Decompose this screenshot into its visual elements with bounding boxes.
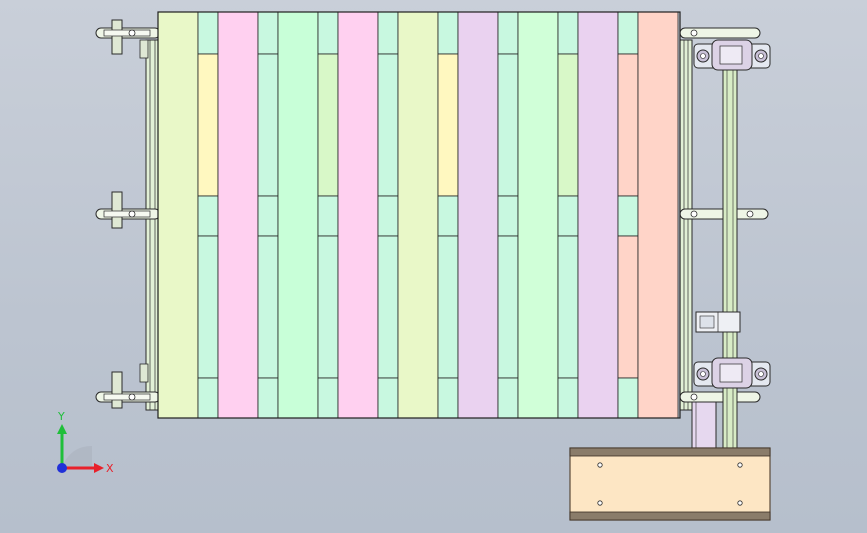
slat-gap-bottom — [557, 377, 579, 419]
slat-gap-top — [617, 11, 639, 55]
slat-gap-upper — [197, 53, 219, 197]
slat-gap-middle — [377, 195, 399, 237]
slat-gap-middle — [437, 195, 459, 237]
slat-gap-top — [197, 11, 219, 55]
slat — [457, 11, 499, 419]
slat-gap-bottom — [497, 377, 519, 419]
slat-gap-lower — [497, 235, 519, 379]
triad-plane — [62, 445, 92, 468]
slat-gap-middle — [497, 195, 519, 237]
slat — [337, 11, 379, 419]
slat-gap-bottom — [437, 377, 459, 419]
slat-gap-top — [377, 11, 399, 55]
y-axis-arrow — [57, 424, 67, 434]
conveyor-slat-deck — [157, 11, 679, 419]
slat-gap-middle — [557, 195, 579, 237]
slat — [637, 11, 679, 419]
slat-gap-bottom — [377, 377, 399, 419]
y-axis-label: Y — [57, 410, 65, 423]
slat-gap-lower — [377, 235, 399, 379]
slat — [217, 11, 259, 419]
slat-gap-top — [557, 11, 579, 55]
right-sprocket-bottom — [679, 391, 761, 403]
slat-gap-upper — [257, 53, 279, 197]
x-axis-arrow — [94, 463, 104, 473]
slat-gap-upper — [377, 53, 399, 197]
slat — [577, 11, 619, 419]
slat — [517, 11, 559, 419]
motor-support-post — [691, 401, 717, 451]
bearing-top — [693, 39, 771, 71]
drive-shaft — [722, 54, 738, 451]
slat-gap-middle — [317, 195, 339, 237]
slat-gap-lower — [197, 235, 219, 379]
slat — [277, 11, 319, 419]
slat-gap-bottom — [617, 377, 639, 419]
slat-gap-lower — [257, 235, 279, 379]
bearing-bottom — [693, 357, 771, 389]
gear-motor — [569, 447, 771, 521]
slat-gap-lower — [557, 235, 579, 379]
conveyor-drawing: Y X — [57, 11, 771, 521]
slat-gap-top — [317, 11, 339, 55]
shaft-coupling — [695, 311, 741, 333]
slat-gap-middle — [197, 195, 219, 237]
slat-gap-top — [497, 11, 519, 55]
right-frame-rail — [679, 39, 693, 411]
slat-gap-lower — [317, 235, 339, 379]
slat-gap-bottom — [257, 377, 279, 419]
slat-gap-middle — [617, 195, 639, 237]
cad-viewport[interactable]: Y X — [0, 0, 867, 533]
slat-gap-upper — [617, 53, 639, 197]
slat-gap-upper — [557, 53, 579, 197]
right-sprocket-top — [679, 27, 761, 39]
coordinate-triad: Y X — [57, 410, 114, 475]
slat-gap-lower — [437, 235, 459, 379]
slat-gap-middle — [257, 195, 279, 237]
slat — [157, 11, 199, 419]
z-axis-dot — [57, 463, 67, 473]
slat-gap-top — [437, 11, 459, 55]
slat-gap-upper — [317, 53, 339, 197]
slat-gap-upper — [497, 53, 519, 197]
slat-gap-upper — [437, 53, 459, 197]
slat — [397, 11, 439, 419]
slat-gap-bottom — [317, 377, 339, 419]
slat-gap-lower — [617, 235, 639, 379]
slat-gap-top — [257, 11, 279, 55]
slat-gap-bottom — [197, 377, 219, 419]
x-axis-label: X — [106, 462, 114, 475]
